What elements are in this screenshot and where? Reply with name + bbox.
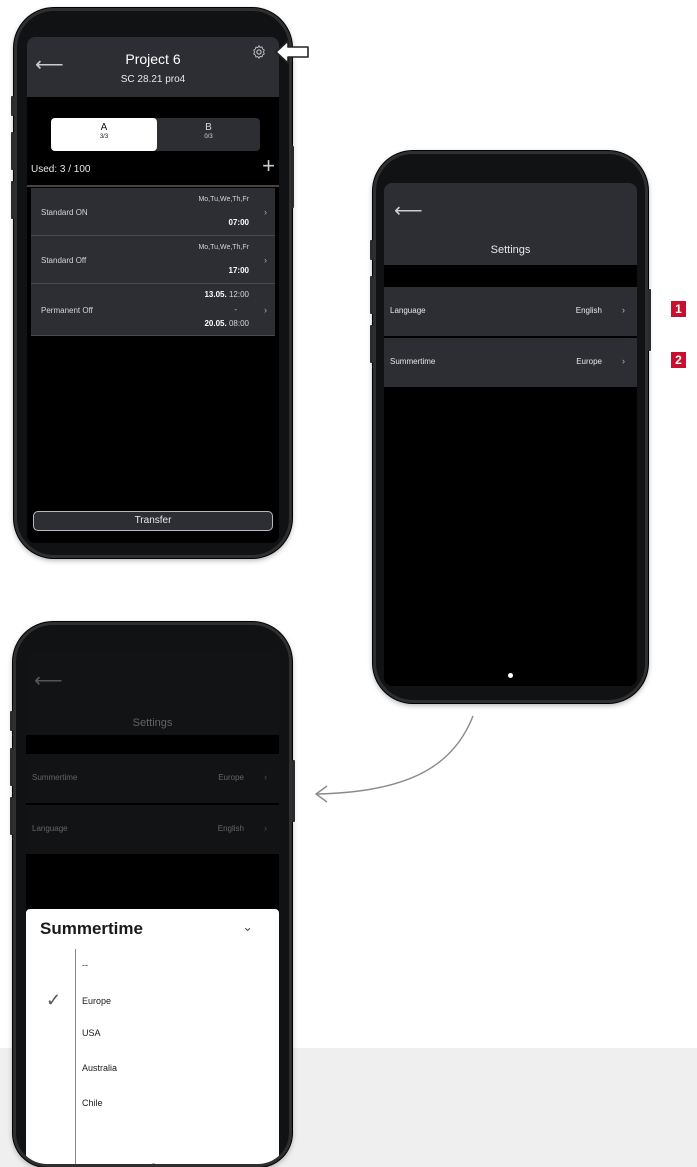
phone-settings-screen: ⟵ Settings Language English › Summertime…: [373, 151, 648, 703]
language-label: Language: [390, 306, 426, 315]
chevron-right-icon: ›: [264, 823, 267, 833]
summertime-value: Europe: [218, 773, 244, 782]
program-row[interactable]: Standard ON Mo,Tu,We,Th,Fr 07:00 ›: [31, 188, 275, 236]
settings-header: ⟵ Settings: [26, 651, 279, 735]
program-days: Mo,Tu,We,Th,Fr: [198, 196, 249, 203]
language-row[interactable]: Language English ›: [384, 287, 637, 336]
side-button: [370, 240, 373, 260]
divider: [27, 185, 279, 187]
chevron-right-icon: ›: [264, 207, 267, 217]
gear-icon[interactable]: [251, 44, 267, 60]
home-indicator: [508, 673, 513, 678]
program-date-separator: -: [234, 305, 237, 314]
side-button: [291, 146, 294, 208]
project-header: ⟵ Project 6 SC 28.21 pro4: [27, 37, 279, 97]
chevron-right-icon: ›: [264, 255, 267, 265]
tab-b-count: 0/3: [204, 134, 213, 140]
program-name: Standard ON: [41, 208, 88, 217]
option-chile[interactable]: Chile: [82, 1098, 103, 1108]
flow-arrow-icon: [314, 715, 474, 803]
tab-a[interactable]: A 3/3: [51, 118, 157, 151]
summertime-row[interactable]: Summertime Europe ›: [26, 754, 279, 803]
project-subtitle: SC 28.21 pro4: [120, 74, 186, 85]
side-button: [648, 289, 651, 351]
transfer-button[interactable]: Transfer: [33, 511, 273, 531]
settings-header: ⟵ Settings: [384, 183, 637, 265]
tab-b[interactable]: B 0/3: [157, 118, 260, 151]
side-button: [11, 181, 14, 219]
used-counter: Used: 3 / 100: [31, 164, 91, 175]
checkmark-icon: ✓: [46, 990, 62, 1010]
summertime-picker-sheet: Summertime ⌄ ✓ -- Europe USA Australia C…: [26, 909, 279, 1164]
back-arrow-icon[interactable]: ⟵: [34, 671, 63, 691]
option-europe[interactable]: Europe: [82, 996, 111, 1006]
summertime-row[interactable]: Summertime Europe ›: [384, 338, 637, 387]
add-icon[interactable]: +: [262, 155, 275, 177]
language-row[interactable]: Language English ›: [26, 805, 279, 854]
tab-a-label: A: [100, 122, 108, 133]
program-name: Standard Off: [41, 256, 87, 265]
tab-b-label: B: [205, 122, 212, 133]
summertime-label: Summertime: [390, 357, 436, 366]
settings-title: Settings: [132, 717, 173, 729]
side-button: [10, 797, 13, 835]
side-button: [370, 325, 373, 363]
program-start-date: 13.05.: [204, 290, 227, 299]
summertime-label: Summertime: [32, 773, 78, 782]
program-start: 13.05. 12:00: [204, 290, 249, 299]
option-usa[interactable]: USA: [82, 1028, 101, 1038]
side-button: [10, 748, 13, 786]
home-indicator: [151, 1163, 156, 1164]
program-row[interactable]: Standard Off Mo,Tu,We,Th,Fr 17:00 ›: [31, 236, 275, 284]
side-button: [10, 711, 13, 731]
back-arrow-icon[interactable]: ⟵: [394, 201, 423, 221]
program-end-date: 20.05.: [204, 319, 227, 328]
language-value: English: [217, 824, 244, 833]
project-screen: ⟵ Project 6 SC 28.21 pro4 A 3/3 B 0/3 Us…: [27, 37, 279, 543]
channel-tabs: A 3/3 B 0/3: [51, 118, 260, 151]
side-button: [11, 96, 14, 116]
settings-title: Settings: [490, 244, 531, 256]
phone-summertime-screen: ⟵ Settings Summertime Europe › Language …: [13, 622, 292, 1167]
program-row[interactable]: Permanent Off 13.05. 12:00 - 20.05. 08:0…: [31, 284, 275, 336]
program-days: Mo,Tu,We,Th,Fr: [198, 244, 249, 251]
program-start-time: 12:00: [228, 290, 249, 299]
option-none[interactable]: --: [82, 960, 88, 970]
settings-screen: ⟵ Settings Language English › Summertime…: [384, 183, 637, 686]
language-value: English: [575, 306, 602, 315]
program-end: 20.05. 08:00: [204, 319, 249, 328]
program-name: Permanent Off: [41, 306, 93, 315]
chevron-down-icon[interactable]: ⌄: [242, 919, 253, 935]
summertime-screen: ⟵ Settings Summertime Europe › Language …: [26, 651, 279, 1164]
chevron-right-icon: ›: [622, 356, 625, 366]
chevron-right-icon: ›: [264, 772, 267, 782]
option-australia[interactable]: Australia: [82, 1063, 117, 1073]
picker-divider: [75, 949, 76, 1164]
program-time: 07:00: [228, 218, 249, 227]
side-button: [292, 760, 295, 822]
program-end-time: 08:00: [228, 319, 249, 328]
pointer-arrow-icon: [275, 40, 309, 64]
callout-badge-1: 1: [671, 301, 686, 317]
phone-project-screen: ⟵ Project 6 SC 28.21 pro4 A 3/3 B 0/3 Us…: [14, 8, 292, 558]
side-button: [370, 276, 373, 314]
chevron-right-icon: ›: [264, 305, 267, 315]
summertime-value: Europe: [576, 357, 602, 366]
language-label: Language: [32, 824, 68, 833]
side-button: [11, 132, 14, 170]
sheet-title: Summertime: [40, 919, 143, 938]
tab-a-count: 3/3: [99, 134, 109, 140]
project-title: Project 6: [125, 51, 181, 67]
chevron-right-icon: ›: [622, 305, 625, 315]
program-time: 17:00: [228, 266, 249, 275]
callout-badge-2: 2: [671, 352, 686, 368]
